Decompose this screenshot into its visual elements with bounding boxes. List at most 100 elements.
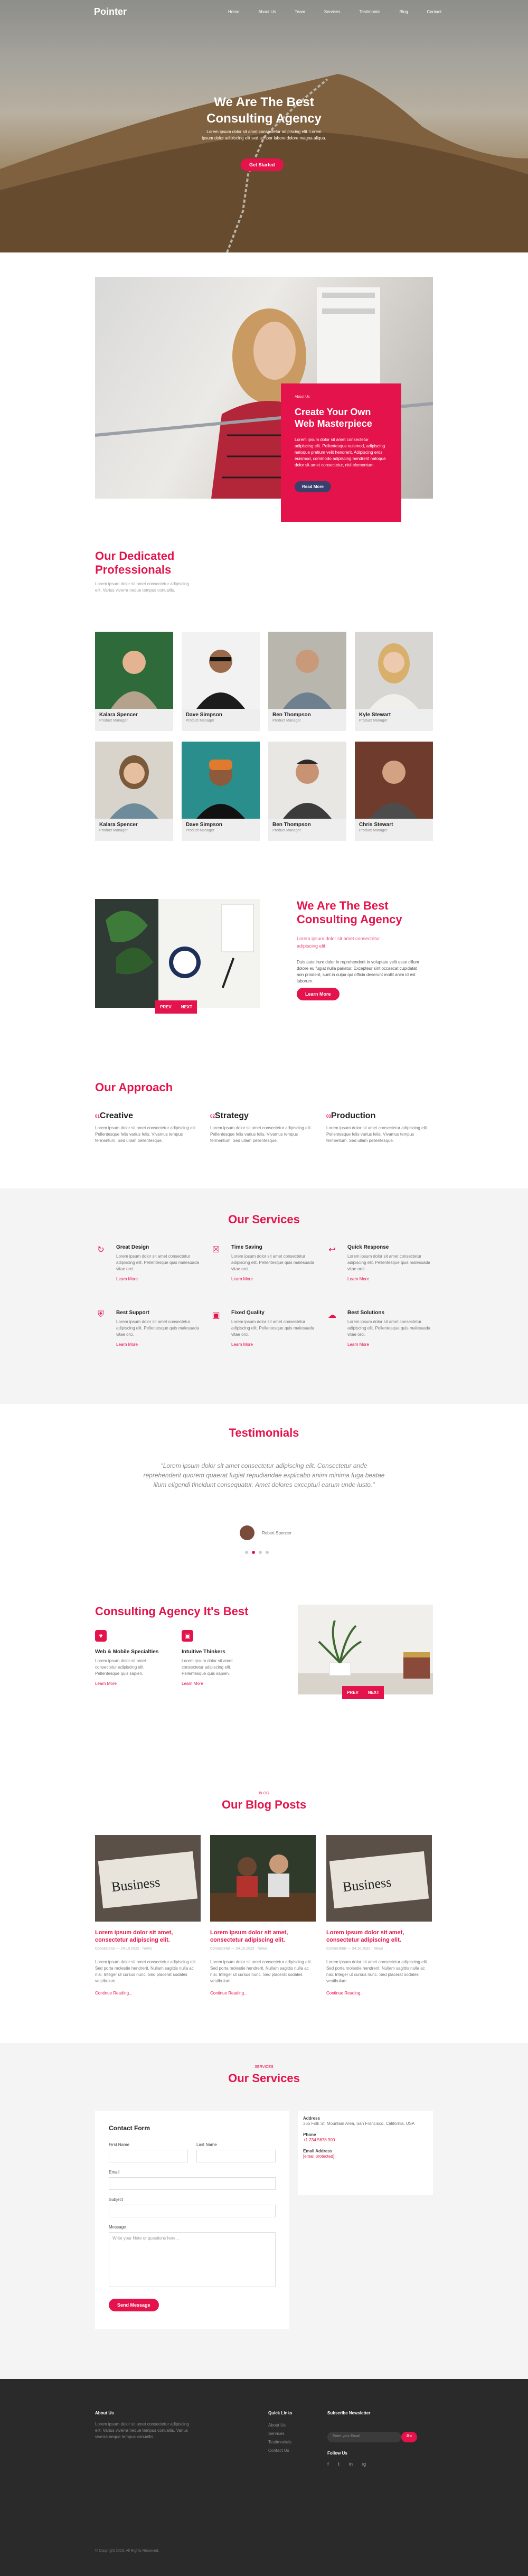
service-title: Time Saving [231, 1244, 262, 1250]
service-link[interactable]: Learn More [116, 1342, 201, 1347]
prev-button[interactable]: PREV [342, 1686, 363, 1699]
nav-item-home[interactable]: Home [228, 10, 239, 14]
message-field[interactable]: Write your Note or questions here... [109, 2232, 276, 2287]
service-link[interactable]: Learn More [116, 1277, 201, 1281]
post-text: Lorem ipsum dolor sit amet consectetur a… [326, 1960, 428, 1983]
continue-reading-link[interactable]: Continue Reading... [210, 1991, 316, 1996]
instagram-icon[interactable]: ig [362, 2461, 366, 2467]
footer-link[interactable]: About Us [268, 2421, 291, 2430]
team-card[interactable]: Ben Thompson Product Manager [268, 742, 346, 841]
post-image [210, 1835, 316, 1922]
email-address-value[interactable]: [email protected] [303, 2153, 428, 2160]
service-item: ☒ Time Saving Lorem ipsum dolor sit amet… [210, 1244, 316, 1281]
member-photo [95, 742, 173, 819]
team-card[interactable]: Dave Simpson Product Manager [182, 742, 260, 841]
consulting-item: ♥ Web & Mobile Specialties Lorem ipsum d… [95, 1630, 169, 1686]
post-title[interactable]: Lorem ipsum dolor sit amet, consectetur … [210, 1929, 316, 1944]
last-name-field[interactable] [196, 2150, 276, 2162]
consulting-item-link[interactable]: Learn More [182, 1681, 256, 1686]
gift-icon: ▣ [212, 1311, 220, 1320]
dot[interactable] [245, 1551, 248, 1554]
post-meta: Consectetur — 24.10.2022 · News [326, 1947, 383, 1951]
last-name-label: Last Name [196, 2142, 217, 2147]
twitter-icon[interactable]: t [338, 2461, 340, 2467]
blog-post[interactable]: Business Lorem ipsum dolor sit amet, con… [326, 1835, 432, 1996]
prev-button[interactable]: PREV [155, 1000, 176, 1014]
first-name-field[interactable] [109, 2150, 188, 2162]
member-photo [355, 632, 433, 709]
service-link[interactable]: Learn More [231, 1342, 316, 1347]
team-card[interactable]: Ben Thompson Product Manager [268, 632, 346, 731]
member-role: Product Manager [99, 719, 128, 723]
member-name: Dave Simpson [186, 712, 222, 718]
consulting-item-link[interactable]: Learn More [95, 1681, 169, 1686]
post-text: Lorem ipsum dolor sit amet consectetur a… [95, 1960, 197, 1983]
service-link[interactable]: Learn More [231, 1277, 316, 1281]
message-label: Message [109, 2225, 126, 2230]
dot[interactable] [266, 1551, 269, 1554]
team-card[interactable]: Kalara Spencer Product Manager [95, 632, 173, 731]
subscribe-button[interactable]: Go [401, 2432, 417, 2442]
next-button[interactable]: NEXT [363, 1686, 384, 1699]
linkedin-icon[interactable]: in [349, 2461, 353, 2467]
hero-title-line1: We Are The Best [214, 95, 314, 109]
blog-post[interactable]: Business Lorem ipsum dolor sit amet, con… [95, 1835, 201, 1996]
facebook-icon[interactable]: f [327, 2461, 329, 2467]
post-title[interactable]: Lorem ipsum dolor sit amet, consectetur … [95, 1929, 201, 1944]
footer-link[interactable]: Services [268, 2430, 291, 2438]
read-more-button[interactable]: Read More [295, 481, 331, 492]
team-card[interactable]: Dave Simpson Product Manager [182, 632, 260, 731]
team-card[interactable]: Kalara Spencer Product Manager [95, 742, 173, 841]
footer-links: About Us Services Testimonials Contact U… [268, 2421, 291, 2455]
next-button[interactable]: NEXT [176, 1000, 197, 1014]
dot[interactable] [259, 1551, 262, 1554]
nav-item-blog[interactable]: Blog [400, 10, 408, 14]
avatar [240, 1525, 254, 1540]
service-link[interactable]: Learn More [347, 1342, 432, 1347]
subject-field[interactable] [109, 2205, 276, 2217]
send-message-button[interactable]: Send Message [109, 2299, 159, 2311]
newsletter-email-input[interactable]: Enter your Email [327, 2432, 401, 2442]
member-role: Product Manager [99, 829, 128, 832]
continue-reading-link[interactable]: Continue Reading... [95, 1991, 201, 1996]
hero-title: We Are The Best Consulting Agency [0, 94, 528, 127]
get-started-button[interactable]: Get Started [241, 158, 284, 171]
contact-title: Our Services [228, 2072, 300, 2085]
nav-item-about[interactable]: About Us [258, 10, 276, 14]
team-card[interactable]: Chris Stewart Product Manager [355, 742, 433, 841]
consulting-item-title: Web & Mobile Specialties [95, 1649, 159, 1655]
service-item: ↻ Great Design Lorem ipsum dolor sit ame… [95, 1244, 201, 1281]
email-field[interactable] [109, 2177, 276, 2190]
office-title: We Are The Best Consulting Agency [297, 899, 402, 926]
subscribe-title: Subscribe Newsletter [327, 2411, 371, 2415]
dot[interactable] [252, 1551, 255, 1554]
member-role: Product Manager [359, 829, 388, 832]
phone-value[interactable]: +1 234 5678 900 [303, 2137, 428, 2143]
footer-links-title: Quick Links [268, 2411, 293, 2415]
site-logo[interactable]: Pointer [94, 6, 127, 17]
service-title: Great Design [116, 1244, 149, 1250]
address-value: 365 Folk St, Mountain Area, San Francisc… [303, 2121, 415, 2126]
member-name: Dave Simpson [186, 822, 222, 828]
learn-more-button[interactable]: Learn More [297, 988, 340, 1000]
post-title[interactable]: Lorem ipsum dolor sit amet, consectetur … [326, 1929, 432, 1944]
nav-item-contact[interactable]: Contact [427, 10, 442, 14]
member-role: Product Manager [272, 719, 301, 723]
footer-about-title: About Us [95, 2411, 114, 2415]
service-text: Lorem ipsum dolor sit amet consectetur a… [116, 1254, 199, 1271]
footer-link[interactable]: Contact Us [268, 2447, 291, 2455]
blog-title: Our Blog Posts [221, 1798, 307, 1811]
footer-link[interactable]: Testimonials [268, 2438, 291, 2447]
hero-title-line2: Consulting Agency [206, 111, 322, 126]
hero-subtitle: Lorem ipsum dolor sit amet consectetur a… [202, 129, 326, 140]
continue-reading-link[interactable]: Continue Reading... [326, 1991, 432, 1996]
service-title: Best Solutions [347, 1310, 385, 1316]
nav-item-team[interactable]: Team [295, 10, 305, 14]
member-role: Product Manager [272, 829, 301, 832]
member-name: Kalara Spencer [99, 712, 138, 718]
blog-post[interactable]: Lorem ipsum dolor sit amet, consectetur … [210, 1835, 316, 1996]
team-card[interactable]: Kyle Stewart Product Manager [355, 632, 433, 731]
nav-item-services[interactable]: Services [324, 10, 341, 14]
service-link[interactable]: Learn More [347, 1277, 432, 1281]
nav-item-testimonial[interactable]: Testimonial [360, 10, 381, 14]
